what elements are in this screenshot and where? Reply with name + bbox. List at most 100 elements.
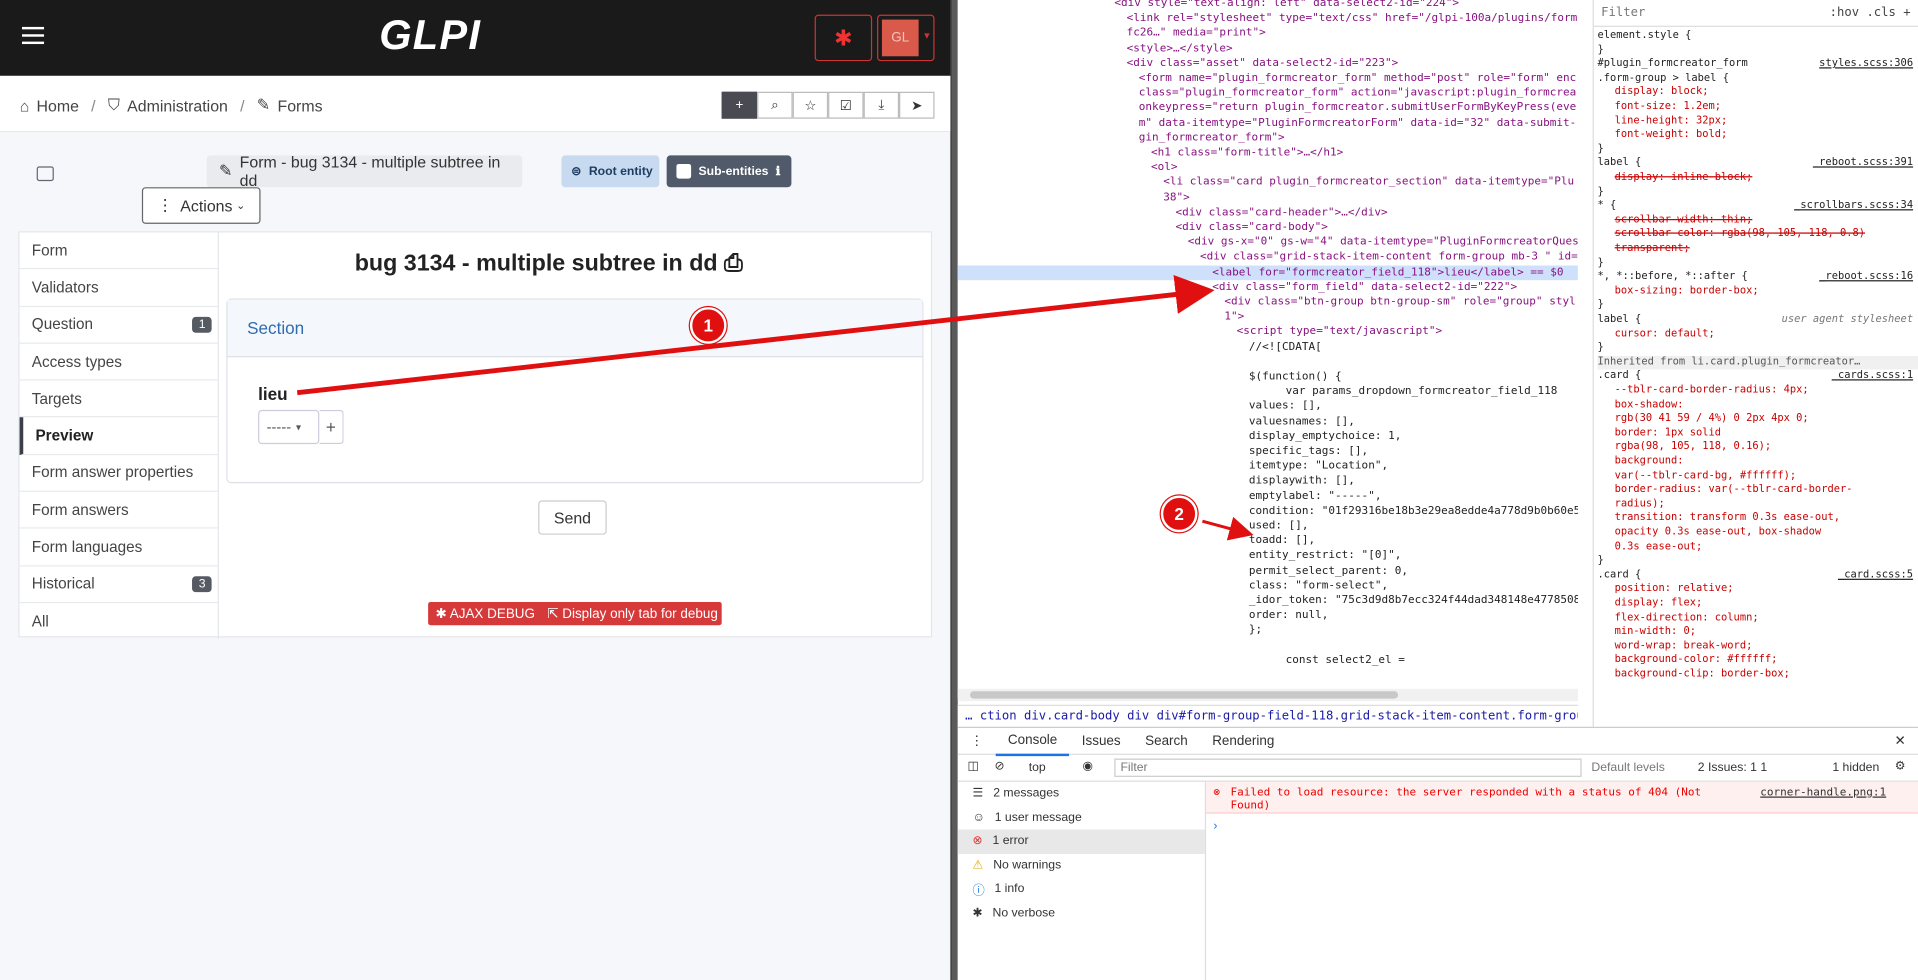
dom-line[interactable]: 1">: [958, 310, 1244, 325]
tab-issues[interactable]: Issues: [1070, 727, 1133, 754]
dom-line[interactable]: condition: "01f29316be18b3e29ea8edde4a77…: [958, 504, 1578, 519]
style-line[interactable]: Inherited from li.card.plugin_formcreato…: [1597, 355, 1918, 370]
style-line[interactable]: *, *::before, *::after {: [1597, 271, 1747, 284]
sidebar-toggle-icon[interactable]: ◫: [968, 760, 980, 773]
breadcrumb-administration[interactable]: Administration: [127, 96, 228, 114]
dom-line[interactable]: onkeypress="return plugin_formcreator.su…: [958, 101, 1576, 116]
style-line[interactable]: display: inline-block;: [1597, 171, 1753, 184]
dom-line[interactable]: //<![CDATA[: [958, 340, 1322, 355]
dom-line[interactable]: class: "form-select",: [958, 578, 1388, 593]
dom-line[interactable]: [958, 355, 1249, 370]
hamburger-menu-icon[interactable]: [22, 26, 45, 45]
style-line[interactable]: element.style {: [1597, 29, 1691, 42]
style-line[interactable]: flex-direction: column;: [1597, 611, 1759, 624]
style-line[interactable]: }: [1597, 256, 1603, 269]
dom-line[interactable]: var params_dropdown_formcreator_field_11…: [958, 384, 1558, 399]
dom-line[interactable]: display_emptychoice: 1,: [958, 429, 1401, 444]
console-filter-user[interactable]: ☺ 1 user message: [958, 806, 1205, 830]
dom-line[interactable]: <ol>: [958, 161, 1178, 176]
style-line[interactable]: rgba(98, 105, 118, 0.16);: [1597, 441, 1771, 454]
sub-entities-checkbox[interactable]: [676, 163, 692, 179]
import-button[interactable]: ⤓: [863, 91, 900, 119]
dom-line[interactable]: 38">: [958, 190, 1190, 205]
dom-breadcrumb[interactable]: … ction div.card-body div div#form-group…: [957, 704, 1578, 727]
style-line[interactable]: background:: [1597, 455, 1684, 468]
add-location-button[interactable]: +: [319, 409, 344, 445]
tab-console[interactable]: Console: [995, 726, 1070, 756]
dom-line[interactable]: <style>…</style>: [958, 41, 1233, 56]
style-line[interactable]: font-size: 1.2em;: [1597, 100, 1721, 113]
style-line[interactable]: cursor: default;: [1597, 327, 1715, 340]
dom-line[interactable]: order: null,: [958, 608, 1329, 623]
error-source-link[interactable]: corner-handle.png:1: [1760, 787, 1886, 800]
display-tab-debug-link[interactable]: ⇱ Display only tab for debug: [547, 606, 718, 622]
tab-form-answer-properties[interactable]: Form answer properties: [19, 455, 218, 492]
style-line[interactable]: min-width: 0;: [1597, 625, 1696, 638]
send-button[interactable]: Send: [538, 500, 607, 535]
style-line[interactable]: .card {: [1597, 370, 1641, 383]
style-line[interactable]: background-color: #ffffff;: [1597, 654, 1778, 667]
style-line[interactable]: var(--tblr-card-bg, #ffffff);: [1597, 469, 1797, 482]
dom-line[interactable]: <div class="grid-stack-item-content form…: [958, 250, 1578, 265]
debug-bug-button[interactable]: ✱: [814, 14, 873, 62]
style-line[interactable]: word-wrap: break-word;: [1597, 640, 1753, 653]
dom-line[interactable]: <div class="btn-group btn-group-sm" role…: [958, 295, 1575, 310]
root-entity-badge[interactable]: ⊜ Root entity: [561, 155, 660, 188]
tab-form[interactable]: Form: [19, 232, 218, 270]
dom-line[interactable]: <li class="card plugin_formcreator_secti…: [958, 175, 1574, 190]
style-line[interactable]: position: relative;: [1597, 583, 1734, 596]
style-line[interactable]: line-height: 32px;: [1597, 115, 1728, 128]
style-line[interactable]: }: [1597, 342, 1603, 355]
dom-line[interactable]: <div class="card-header">…</div>: [958, 205, 1387, 220]
style-line[interactable]: display: flex;: [1597, 597, 1703, 610]
style-line[interactable]: }: [1597, 185, 1603, 198]
dom-line[interactable]: m" data-itemtype="PluginFormcreatorForm"…: [958, 116, 1576, 131]
tab-access-types[interactable]: Access types: [19, 344, 218, 381]
actions-button[interactable]: ⋮ Actions ⌄: [141, 187, 261, 224]
elements-tree[interactable]: <div style="text-align: left" data-selec…: [957, 0, 1578, 698]
close-icon[interactable]: ✕: [1882, 727, 1918, 754]
styles-filter-input[interactable]: Filter:hov .cls +: [1593, 0, 1918, 27]
bookmark-button[interactable]: ☆: [792, 91, 829, 119]
style-line[interactable]: background-clip: border-box;: [1597, 668, 1790, 681]
print-icon[interactable]: ⎙: [724, 251, 743, 277]
tab-question[interactable]: Question 1: [19, 307, 218, 344]
ajax-debug-link[interactable]: ✱ AJAX DEBUG: [435, 606, 535, 622]
dom-line[interactable]: $(function() {: [958, 369, 1342, 384]
dom-line[interactable]: [958, 638, 1249, 653]
tab-historical[interactable]: Historical 3: [19, 566, 218, 604]
style-line[interactable]: --tblr-card-border-radius: 4px;: [1597, 384, 1809, 397]
style-line[interactable]: .form-group > label {: [1597, 72, 1728, 85]
style-line[interactable]: border: 1px solid: [1597, 427, 1721, 440]
style-line[interactable]: }: [1597, 143, 1603, 156]
levels-dropdown[interactable]: Default levels: [1591, 761, 1664, 774]
console-filter-messages[interactable]: ☰ 2 messages: [958, 782, 1205, 806]
tab-search[interactable]: Search: [1133, 727, 1200, 754]
style-line[interactable]: display: block;: [1597, 86, 1709, 99]
style-line[interactable]: opacity 0.3s ease-out, box-shadow: [1597, 526, 1822, 539]
dom-line[interactable]: <link rel="stylesheet" type="text/css" h…: [958, 11, 1578, 26]
dom-line[interactable]: <label for="formcreator_field_118">lieu<…: [957, 265, 1578, 280]
location-dropdown[interactable]: ----- ▾: [258, 409, 320, 445]
dom-line[interactable]: };: [958, 623, 1262, 638]
dom-line[interactable]: <div class="form_field" data-select2-id=…: [958, 280, 1517, 295]
console-filter-errors[interactable]: ⊗ 1 error: [957, 829, 1205, 854]
style-line[interactable]: box-sizing: border-box;: [1597, 285, 1759, 298]
scrollbar-thumb[interactable]: [969, 691, 1399, 699]
style-line[interactable]: rgb(30 41 59 / 4%) 0 2px 4px 0;: [1597, 413, 1809, 426]
style-line[interactable]: label {: [1597, 157, 1641, 170]
style-line[interactable]: * {: [1597, 200, 1616, 213]
user-menu-button[interactable]: GL ▾: [877, 14, 935, 62]
style-line[interactable]: radius);: [1597, 498, 1665, 511]
dom-line[interactable]: _idor_token: "75c3d9d8b7ecc324f44dad3481…: [958, 593, 1578, 608]
tab-targets[interactable]: Targets: [19, 381, 218, 418]
style-line[interactable]: font-weight: bold;: [1597, 129, 1728, 142]
add-button[interactable]: +: [721, 91, 758, 119]
dom-line[interactable]: <div class="asset" data-select2-id="223"…: [958, 56, 1399, 71]
tab-rendering[interactable]: Rendering: [1200, 727, 1287, 754]
style-source-link[interactable]: _scrollbars.scss:34: [1794, 200, 1913, 213]
console-filter-verbose[interactable]: ✱ No verbose: [958, 901, 1205, 925]
style-line[interactable]: #plugin_formcreator_form: [1597, 58, 1747, 71]
console-prompt-icon[interactable]: ›: [1213, 820, 1217, 833]
dom-line[interactable]: <h1 class="form-title">…</h1>: [958, 146, 1343, 161]
